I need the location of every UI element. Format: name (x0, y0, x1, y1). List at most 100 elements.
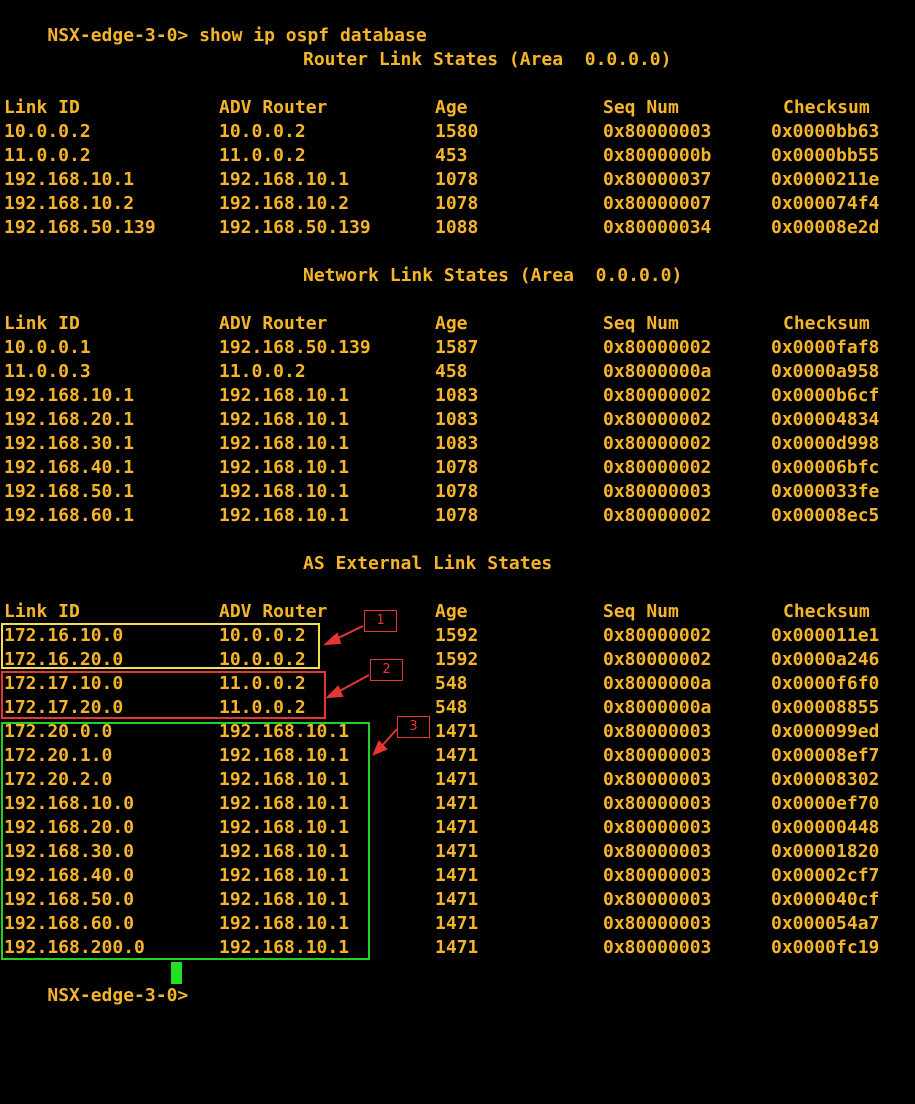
cell-age: 1471 (435, 889, 479, 910)
cell-age: 1471 (435, 817, 479, 838)
cell-checksum: 0x0000bb55 (771, 145, 880, 166)
cell-checksum: 0x0000bb63 (771, 121, 880, 142)
cell-checksum: 0x0000d998 (771, 433, 880, 454)
prompt-line[interactable]: NSX-edge-3-0> (4, 960, 188, 1006)
cell-seq-num: 0x80000003 (603, 481, 712, 502)
arrow-1 (333, 625, 364, 641)
header-checksum: Checksum (783, 97, 870, 118)
table-row: 192.168.50.139 192.168.50.139 1088 0x800… (4, 216, 879, 240)
cell-seq-num: 0x8000000a (603, 673, 712, 694)
cell-age: 1083 (435, 409, 479, 430)
cell-age: 1471 (435, 745, 479, 766)
cell-adv-router: 11.0.0.2 (219, 361, 306, 382)
table-row: 192.168.10.2 192.168.10.2 1078 0x8000000… (4, 192, 879, 216)
header-adv-router: ADV Router (219, 97, 328, 118)
cell-link-id: 11.0.0.3 (4, 361, 91, 382)
header-age: Age (435, 97, 468, 118)
cell-seq-num: 0x80000002 (603, 337, 712, 358)
cell-link-id: 192.168.10.2 (4, 193, 135, 214)
cell-adv-router: 192.168.10.1 (219, 409, 350, 430)
header-link-id: Link ID (4, 313, 80, 334)
section-title-network-link-states: Network Link States (Area 0.0.0.0) (303, 265, 683, 286)
cell-checksum: 0x00008e2d (771, 217, 880, 238)
cell-seq-num: 0x80000003 (603, 745, 712, 766)
cell-checksum: 0x00001820 (771, 841, 880, 862)
table-row: 192.168.10.1 192.168.10.1 1078 0x8000003… (4, 168, 879, 192)
header-adv-router: ADV Router (219, 313, 328, 334)
cell-age: 1078 (435, 193, 479, 214)
cell-adv-router: 192.168.10.1 (219, 481, 350, 502)
column-header-row: Link ID ADV Router Age Seq Num Checksum (4, 312, 870, 336)
command-text: show ip ospf database (199, 25, 427, 46)
cell-seq-num: 0x80000003 (603, 937, 712, 958)
cell-seq-num: 0x80000007 (603, 193, 712, 214)
cell-link-id: 192.168.50.1 (4, 481, 135, 502)
cell-seq-num: 0x80000037 (603, 169, 712, 190)
cell-age: 1471 (435, 841, 479, 862)
annotation-badge-2: 2 (370, 659, 403, 681)
table-row: 192.168.20.1 192.168.10.1 1083 0x8000000… (4, 408, 879, 432)
cell-adv-router: 192.168.50.139 (219, 217, 371, 238)
cell-link-id: 192.168.20.1 (4, 409, 135, 430)
terminal-window[interactable]: NSX-edge-3-0> show ip ospf database Rout… (0, 0, 915, 1006)
cell-checksum: 0x000054a7 (771, 913, 880, 934)
header-seq-num: Seq Num (603, 601, 679, 622)
cell-checksum: 0x000033fe (771, 481, 880, 502)
cell-checksum: 0x00008302 (771, 769, 880, 790)
cell-adv-router: 192.168.10.2 (219, 193, 350, 214)
cell-checksum: 0x00002cf7 (771, 865, 880, 886)
header-adv-router: ADV Router (219, 601, 328, 622)
cell-link-id: 192.168.10.1 (4, 169, 135, 190)
cell-link-id: 10.0.0.1 (4, 337, 91, 358)
cell-adv-router: 192.168.10.1 (219, 505, 350, 526)
table-row: 192.168.50.1 192.168.10.1 1078 0x8000000… (4, 480, 879, 504)
annotation-badge-3: 3 (397, 716, 430, 738)
text-cursor (171, 962, 182, 984)
cell-age: 1592 (435, 649, 479, 670)
cell-checksum: 0x000011e1 (771, 625, 880, 646)
cell-age: 1078 (435, 481, 479, 502)
cell-seq-num: 0x8000000a (603, 697, 712, 718)
cell-link-id: 10.0.0.2 (4, 121, 91, 142)
cell-age: 1078 (435, 457, 479, 478)
prompt: NSX-edge-3-0> (47, 25, 189, 46)
cell-age: 1083 (435, 433, 479, 454)
cell-age: 1471 (435, 793, 479, 814)
cell-checksum: 0x00008ef7 (771, 745, 880, 766)
cell-seq-num: 0x80000003 (603, 817, 712, 838)
table-row: 192.168.40.1 192.168.10.1 1078 0x8000000… (4, 456, 879, 480)
highlight-box-3 (1, 722, 370, 960)
cell-link-id: 192.168.50.139 (4, 217, 156, 238)
cell-seq-num: 0x80000003 (603, 889, 712, 910)
cell-checksum: 0x0000a958 (771, 361, 880, 382)
table-row: 10.0.0.2 10.0.0.2 1580 0x80000003 0x0000… (4, 120, 879, 144)
cell-age: 1592 (435, 625, 479, 646)
header-link-id: Link ID (4, 601, 80, 622)
cell-age: 1580 (435, 121, 479, 142)
header-seq-num: Seq Num (603, 97, 679, 118)
cell-checksum: 0x00004834 (771, 409, 880, 430)
cell-link-id: 11.0.0.2 (4, 145, 91, 166)
arrow-1-head (323, 632, 342, 646)
cell-checksum: 0x0000fc19 (771, 937, 880, 958)
cell-checksum: 0x00000448 (771, 817, 880, 838)
cell-age: 1471 (435, 937, 479, 958)
cell-adv-router: 11.0.0.2 (219, 145, 306, 166)
header-link-id: Link ID (4, 97, 80, 118)
cell-checksum: 0x0000b6cf (771, 385, 880, 406)
cell-seq-num: 0x80000002 (603, 409, 712, 430)
arrow-2-head (325, 685, 344, 699)
cell-age: 1083 (435, 385, 479, 406)
cell-link-id: 192.168.40.1 (4, 457, 135, 478)
column-header-row: Link ID ADV Router Age Seq Num Checksum (4, 96, 870, 120)
cell-age: 1088 (435, 217, 479, 238)
cell-checksum: 0x00008855 (771, 697, 880, 718)
highlight-box-1 (1, 623, 320, 669)
annotation-badge-1: 1 (364, 610, 397, 632)
section-title-router-link-states: Router Link States (Area 0.0.0.0) (303, 49, 672, 70)
header-checksum: Checksum (783, 601, 870, 622)
cell-seq-num: 0x80000002 (603, 385, 712, 406)
cell-checksum: 0x000040cf (771, 889, 880, 910)
cell-seq-num: 0x80000003 (603, 865, 712, 886)
cell-seq-num: 0x80000003 (603, 121, 712, 142)
